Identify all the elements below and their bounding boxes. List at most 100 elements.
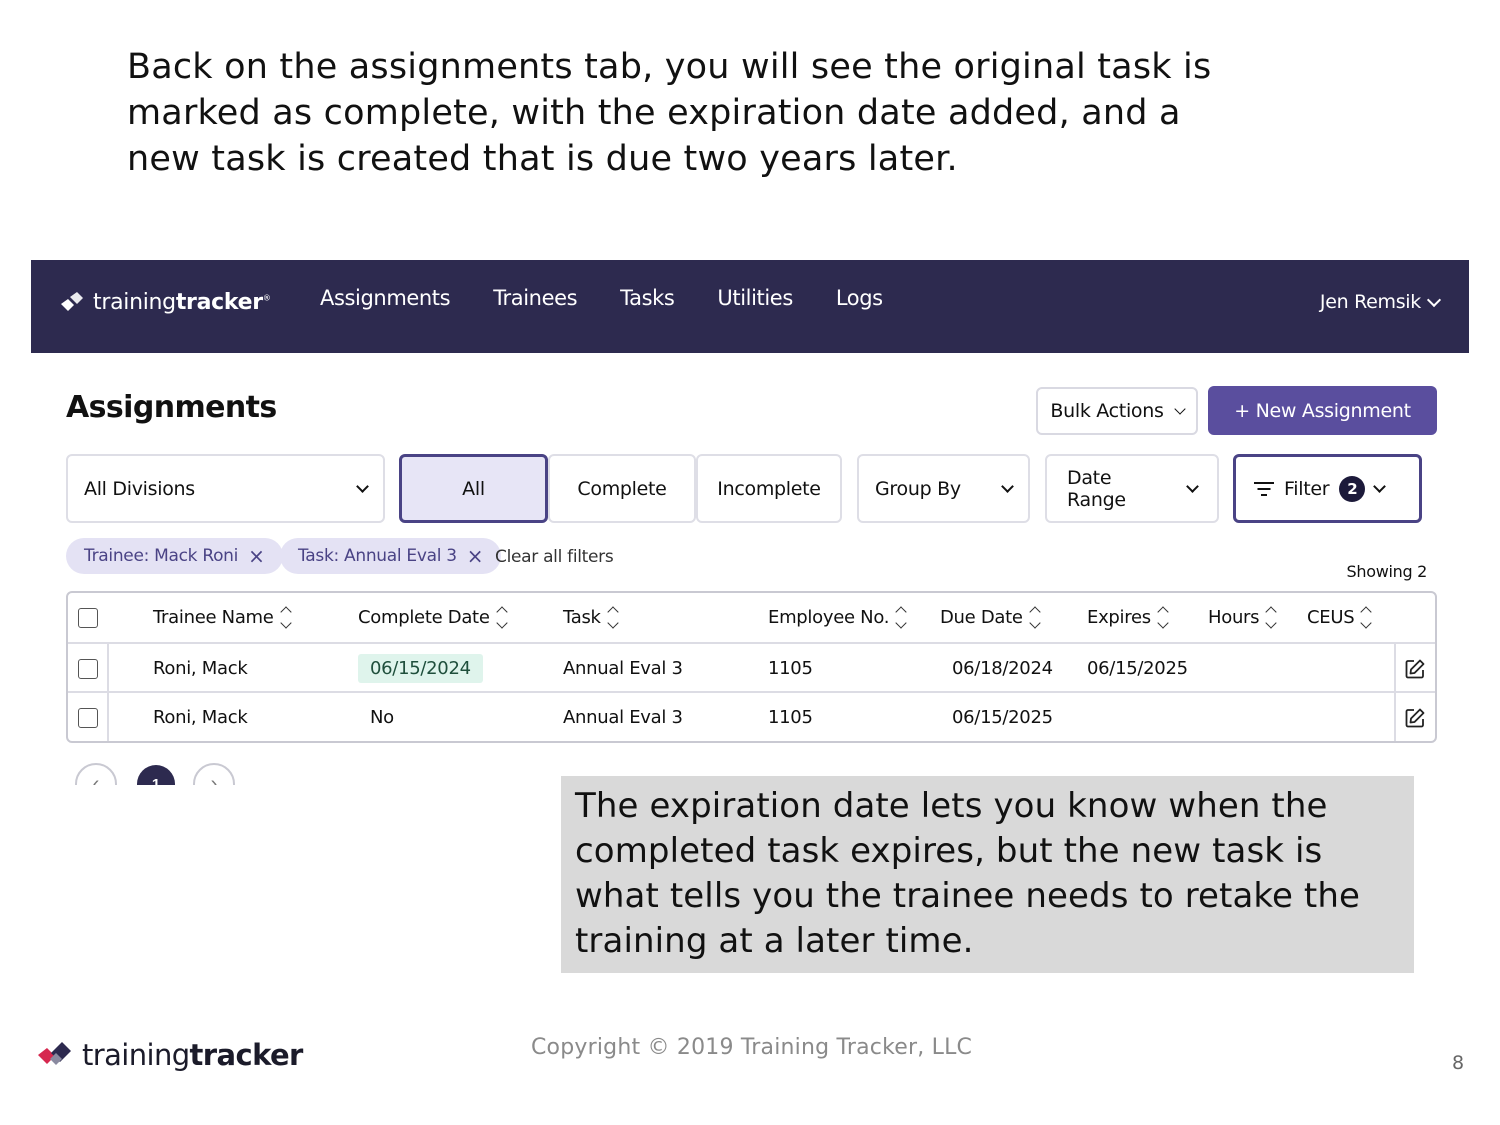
cell-due-date: 06/15/2025	[952, 707, 1053, 728]
chevron-down-icon	[1426, 292, 1442, 307]
col-due-date[interactable]: Due Date	[940, 593, 1041, 642]
col-label: Employee No.	[768, 607, 890, 628]
row-checkbox[interactable]	[78, 707, 98, 728]
col-label: Trainee Name	[153, 607, 274, 628]
sort-icon	[279, 606, 292, 629]
select-all-checkbox-cell	[78, 593, 98, 642]
col-label: CEUS	[1307, 607, 1355, 628]
col-complete-date[interactable]: Complete Date	[358, 593, 508, 642]
user-name: Jen Remsik	[1319, 291, 1421, 313]
complete-date-pill: 06/15/2024	[358, 654, 483, 683]
filter-chip-label: Task: Annual Eval 3	[298, 546, 457, 566]
clear-filters-link[interactable]: Clear all filters	[495, 547, 614, 567]
col-task[interactable]: Task	[563, 593, 619, 642]
division-select-value: All Divisions	[84, 477, 195, 500]
cell-trainee: Roni, Mack	[153, 658, 248, 679]
col-ceus[interactable]: CEUS	[1307, 593, 1373, 642]
segment-incomplete[interactable]: Incomplete	[696, 454, 842, 523]
table-row[interactable]: Roni, Mack 06/15/2024 Annual Eval 3 1105…	[68, 642, 1435, 691]
cell-task: Annual Eval 3	[563, 707, 683, 728]
close-icon[interactable]: ×	[248, 546, 265, 566]
filter-button[interactable]: Filter 2	[1233, 454, 1422, 523]
filter-chip-task: Task: Annual Eval 3 ×	[280, 538, 502, 574]
chevron-down-icon	[356, 479, 369, 493]
row-checkbox-cell	[78, 693, 98, 741]
app-screenshot: trainingtracker® Assignments Trainees Ta…	[31, 260, 1469, 785]
brand-logo[interactable]: trainingtracker®	[59, 290, 271, 315]
chevron-left-icon: ‹	[92, 772, 100, 786]
filter-chip-label: Trainee: Mack Roni	[84, 546, 239, 566]
nav-utilities[interactable]: Utilities	[717, 286, 793, 310]
col-label: Task	[563, 607, 601, 628]
chevron-down-icon	[1001, 479, 1014, 493]
page-number: 8	[1452, 1052, 1465, 1074]
sort-icon	[1360, 606, 1373, 629]
col-label: Complete Date	[358, 607, 490, 628]
nav-logs[interactable]: Logs	[836, 286, 883, 310]
edit-icon	[1405, 708, 1425, 727]
segment-all[interactable]: All	[399, 454, 548, 523]
chevron-right-icon: ›	[210, 772, 218, 786]
cell-complete-date: No	[370, 707, 394, 728]
cell-complete-date: 06/15/2024	[358, 644, 483, 693]
user-menu[interactable]: Jen Remsik	[1319, 291, 1442, 313]
bulk-actions-label: Bulk Actions	[1050, 400, 1164, 422]
nav-tasks[interactable]: Tasks	[620, 286, 675, 310]
sort-icon	[1157, 606, 1169, 629]
next-page-button[interactable]: ›	[193, 763, 235, 785]
col-employee-no[interactable]: Employee No.	[768, 593, 907, 642]
col-expires[interactable]: Expires	[1087, 593, 1169, 642]
row-checkbox-cell	[78, 644, 98, 693]
col-label: Due Date	[940, 607, 1023, 628]
nav-assignments[interactable]: Assignments	[320, 286, 451, 310]
filter-label: Filter	[1284, 477, 1330, 500]
intro-text: Back on the assignments tab, you will se…	[127, 47, 1212, 179]
filter-icon	[1254, 481, 1274, 496]
sort-icon	[495, 606, 508, 629]
cell-task: Annual Eval 3	[563, 658, 683, 679]
main-nav: Assignments Trainees Tasks Utilities Log…	[320, 286, 926, 310]
footer-logo: trainingtracker	[36, 1038, 303, 1072]
group-by-select[interactable]: Group By	[857, 454, 1030, 523]
table-header: Trainee Name Complete Date Task Employee…	[68, 593, 1435, 642]
nav-trainees[interactable]: Trainees	[493, 286, 577, 310]
current-page-button[interactable]: 1	[137, 765, 175, 785]
cell-employee-no: 1105	[768, 658, 813, 679]
cell-due-date: 06/18/2024	[952, 658, 1053, 679]
brand-name: trainingtracker®	[93, 290, 271, 315]
select-all-checkbox[interactable]	[78, 607, 98, 628]
group-by-label: Group By	[875, 477, 961, 500]
new-assignment-button[interactable]: + New Assignment	[1208, 386, 1437, 435]
bulk-actions-button[interactable]: Bulk Actions	[1036, 387, 1198, 435]
date-range-select[interactable]: Date Range	[1045, 454, 1219, 523]
chevron-down-icon	[1186, 479, 1199, 493]
trainingtracker-logo-icon	[38, 1042, 71, 1065]
sort-icon	[1029, 606, 1041, 629]
division-select[interactable]: All Divisions	[66, 454, 385, 523]
segment-complete[interactable]: Complete	[548, 454, 696, 523]
assignments-table: Trainee Name Complete Date Task Employee…	[66, 591, 1437, 743]
sort-icon	[606, 606, 619, 629]
edit-button[interactable]	[1404, 644, 1426, 693]
col-label: Hours	[1208, 607, 1260, 628]
filter-count-badge: 2	[1339, 475, 1366, 502]
close-icon[interactable]: ×	[467, 546, 484, 566]
row-checkbox[interactable]	[78, 658, 98, 679]
prev-page-button[interactable]: ‹	[75, 763, 117, 785]
top-navbar: trainingtracker® Assignments Trainees Ta…	[31, 260, 1469, 353]
cell-trainee: Roni, Mack	[153, 707, 248, 728]
chevron-down-icon	[1373, 479, 1387, 493]
edit-button[interactable]	[1404, 693, 1426, 741]
cell-employee-no: 1105	[768, 707, 813, 728]
chevron-down-icon	[1173, 402, 1186, 415]
result-count: Showing 2	[1346, 562, 1428, 581]
col-trainee-name[interactable]: Trainee Name	[153, 593, 292, 642]
callout-note: The expiration date lets you know when t…	[561, 776, 1414, 973]
date-range-label: Date Range	[1067, 466, 1126, 511]
table-row[interactable]: Roni, Mack No Annual Eval 3 1105 06/15/2…	[68, 691, 1435, 740]
filter-chip-trainee: Trainee: Mack Roni ×	[66, 538, 283, 574]
col-hours[interactable]: Hours	[1208, 593, 1277, 642]
sort-icon	[1265, 606, 1277, 629]
trainingtracker-logo-icon	[61, 291, 83, 311]
sort-icon	[895, 606, 907, 629]
